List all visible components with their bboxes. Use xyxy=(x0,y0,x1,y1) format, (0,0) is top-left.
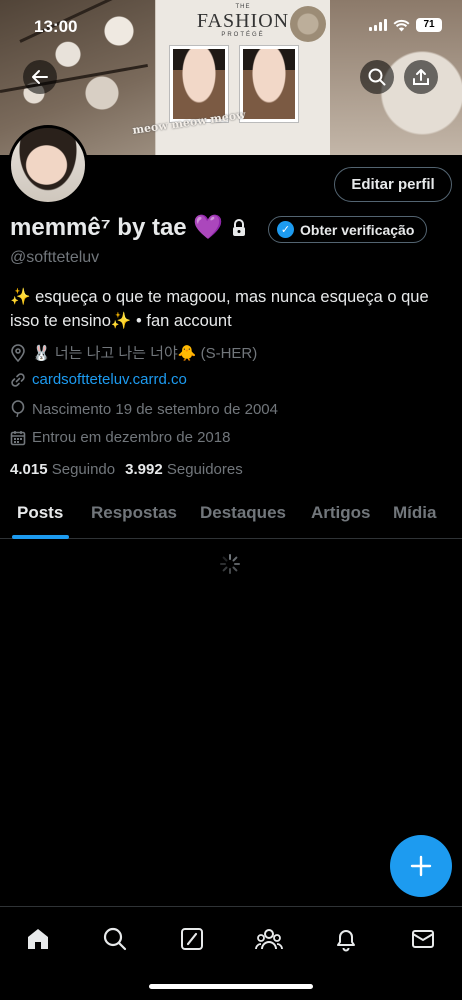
banner-button-decoration xyxy=(290,6,326,42)
nav-home[interactable] xyxy=(23,924,53,954)
tab-media[interactable]: Mídia xyxy=(393,503,436,523)
calendar-icon xyxy=(10,430,26,445)
following-link[interactable]: 4.015 Seguindo xyxy=(10,461,115,478)
back-button[interactable] xyxy=(23,60,57,94)
active-tab-indicator xyxy=(12,535,69,539)
share-button[interactable] xyxy=(404,60,438,94)
lock-icon xyxy=(233,218,246,236)
status-icons: 71 xyxy=(369,18,442,32)
following-count: 4.015 xyxy=(10,461,48,478)
bell-icon xyxy=(337,930,355,952)
signal-icon xyxy=(369,19,387,31)
joined-line: Entrou em dezembro de 2018 xyxy=(10,429,230,446)
home-indicator xyxy=(149,984,313,989)
profile-name-row: memmê⁷ by tae 💜 xyxy=(10,213,247,242)
birth-text: Nascimento 19 de setembro de 2004 xyxy=(32,400,278,418)
follow-counts: 4.015 Seguindo 3.992 Seguidores xyxy=(10,461,243,478)
loading-spinner-icon xyxy=(220,554,240,574)
tab-posts[interactable]: Posts xyxy=(17,503,63,523)
grok-icon xyxy=(181,928,203,950)
compose-fab-button[interactable] xyxy=(390,835,452,897)
search-button[interactable] xyxy=(360,60,394,94)
nav-notifications[interactable] xyxy=(331,924,361,954)
tab-replies[interactable]: Respostas xyxy=(91,503,177,523)
nav-communities[interactable] xyxy=(254,924,284,954)
display-name: memmê⁷ by tae 💜 xyxy=(10,214,224,241)
following-label: Seguindo xyxy=(51,461,116,478)
link-icon xyxy=(11,372,25,387)
website-link[interactable]: cardsoftteteluv.carrd.co xyxy=(32,371,187,388)
joined-text: Entrou em dezembro de 2018 xyxy=(32,429,231,446)
arrow-left-icon xyxy=(32,70,48,84)
location-line: 🐰 너는 나고 나는 너야🐥 (S-HER) xyxy=(10,342,257,363)
battery-icon: 71 xyxy=(416,18,442,32)
verified-badge-icon: ✓ xyxy=(277,221,294,238)
status-time: 13:00 xyxy=(34,17,78,36)
nav-search[interactable] xyxy=(100,924,130,954)
followers-link[interactable]: 3.992 Seguidores xyxy=(125,461,243,478)
followers-label: Seguidores xyxy=(166,461,243,478)
profile-tabs: Posts Respostas Destaques Artigos Mídia xyxy=(0,497,462,539)
birth-line: Nascimento 19 de setembro de 2004 xyxy=(10,400,278,418)
profile-bio: ✨ esqueça o que te magoou, mas nunca esq… xyxy=(10,288,429,330)
tab-articles[interactable]: Artigos xyxy=(311,503,371,523)
location-pin-icon xyxy=(11,343,25,362)
edit-profile-button[interactable]: Editar perfil xyxy=(334,167,452,202)
location-text: 🐰 너는 나고 나는 너야🐥 (S-HER) xyxy=(32,345,258,362)
get-verified-label: Obter verificação xyxy=(300,221,415,238)
search-icon xyxy=(103,927,127,951)
envelope-icon xyxy=(412,930,434,948)
profile-handle: @softteteluv xyxy=(10,249,100,266)
search-icon xyxy=(368,68,386,86)
wifi-icon xyxy=(393,19,410,31)
nav-messages[interactable] xyxy=(408,924,438,954)
tab-highlights[interactable]: Destaques xyxy=(200,503,286,523)
get-verified-button[interactable]: ✓ Obter verificação xyxy=(268,216,428,243)
website-line: cardsoftteteluv.carrd.co xyxy=(10,371,187,388)
communities-icon xyxy=(255,929,283,950)
avatar[interactable] xyxy=(8,125,88,205)
nav-grok[interactable] xyxy=(177,924,207,954)
plus-icon xyxy=(410,855,432,877)
balloon-icon xyxy=(11,400,25,418)
home-icon xyxy=(28,929,48,949)
share-icon xyxy=(413,69,429,85)
followers-count: 3.992 xyxy=(125,461,163,478)
magazine-photo xyxy=(240,46,298,122)
